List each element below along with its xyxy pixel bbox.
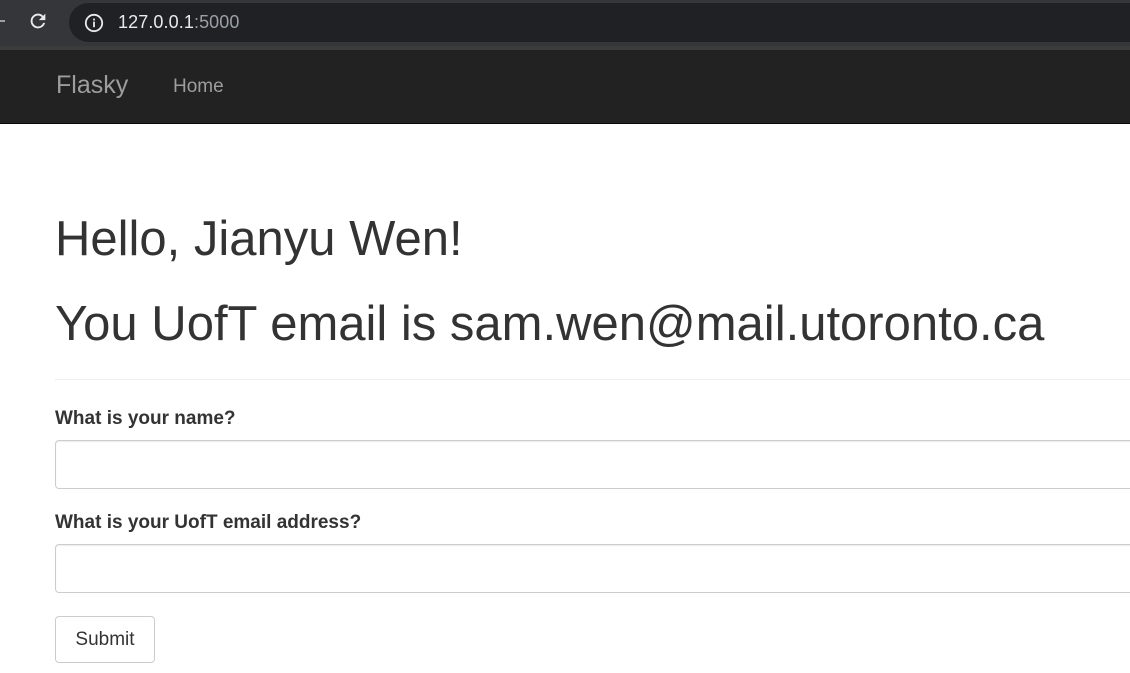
email-input[interactable] [55, 544, 1130, 593]
submit-button[interactable]: Submit [55, 616, 155, 663]
email-form-group: What is your UofT email address? [55, 512, 1130, 593]
reload-icon [27, 10, 49, 37]
name-form-group: What is your name? [55, 408, 1130, 489]
url-port: :5000 [193, 12, 240, 32]
back-button-edge[interactable] [0, 20, 5, 22]
main-content: Hello, Jianyu Wen! You UofT email is sam… [0, 124, 1130, 663]
url-host: 127.0.0.1 [118, 12, 194, 32]
user-form: What is your name? What is your UofT ema… [55, 408, 1130, 663]
nav-link-home[interactable]: Home [173, 76, 224, 98]
reload-button[interactable] [24, 9, 52, 37]
info-icon[interactable] [83, 12, 105, 34]
navbar: Flasky Home [0, 50, 1130, 124]
greeting-heading: Hello, Jianyu Wen! [55, 212, 463, 266]
browser-toolbar: 127.0.0.1:5000 [0, 0, 1130, 46]
name-input[interactable] [55, 440, 1130, 489]
email-label: What is your UofT email address? [55, 512, 362, 533]
name-label: What is your name? [55, 408, 236, 429]
navbar-brand[interactable]: Flasky [56, 71, 128, 100]
page-header: Hello, Jianyu Wen! You UofT email is sam… [55, 124, 1130, 380]
email-heading: You UofT email is sam.wen@mail.utoronto.… [55, 297, 1045, 351]
url-text[interactable]: 127.0.0.1:5000 [118, 12, 240, 33]
address-bar[interactable]: 127.0.0.1:5000 [69, 3, 1130, 42]
